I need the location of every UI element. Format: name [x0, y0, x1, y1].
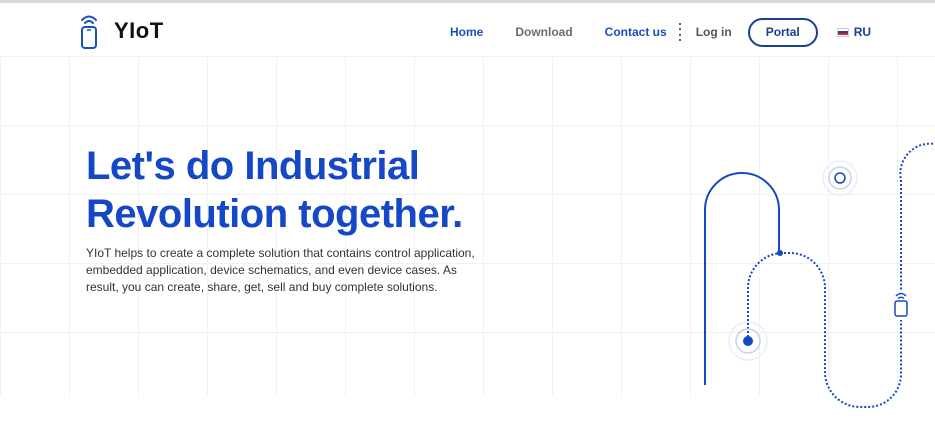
hero-title: Let's do Industrial Revolution together.	[86, 142, 566, 238]
language-switcher[interactable]: RU	[836, 25, 872, 39]
circuit-dotted-line	[780, 252, 902, 408]
nav-separator	[679, 23, 682, 41]
brand-name: YIoT	[114, 18, 164, 43]
site-header: YIoT Home Download Contact us Log in Por…	[0, 3, 935, 56]
device-phone-icon	[891, 290, 911, 320]
hero-title-line-1: Let's do Industrial	[86, 144, 420, 188]
circuit-illustration	[704, 142, 935, 408]
hero-title-line-2: Revolution together.	[86, 192, 463, 236]
portal-button[interactable]: Portal	[747, 17, 818, 47]
circuit-dotted-line-right	[899, 142, 935, 270]
nav-contact-link[interactable]: Contact us	[605, 25, 667, 39]
brand-logo[interactable]: YIoT	[78, 13, 164, 49]
circuit-dotted-line-left	[747, 252, 784, 341]
login-link[interactable]: Log in	[696, 25, 732, 39]
nav-home-link[interactable]: Home	[450, 25, 483, 39]
russia-flag-icon	[836, 27, 849, 37]
signal-node-top	[822, 160, 858, 196]
phone-wifi-icon	[78, 13, 100, 49]
language-label: RU	[853, 25, 872, 39]
nav-download-link[interactable]: Download	[515, 25, 572, 39]
main-nav: Home Download Contact us Log in Portal R…	[450, 17, 871, 47]
circuit-solid-line	[704, 172, 780, 385]
hero-description: YIoT helps to create a complete solution…	[86, 246, 475, 294]
